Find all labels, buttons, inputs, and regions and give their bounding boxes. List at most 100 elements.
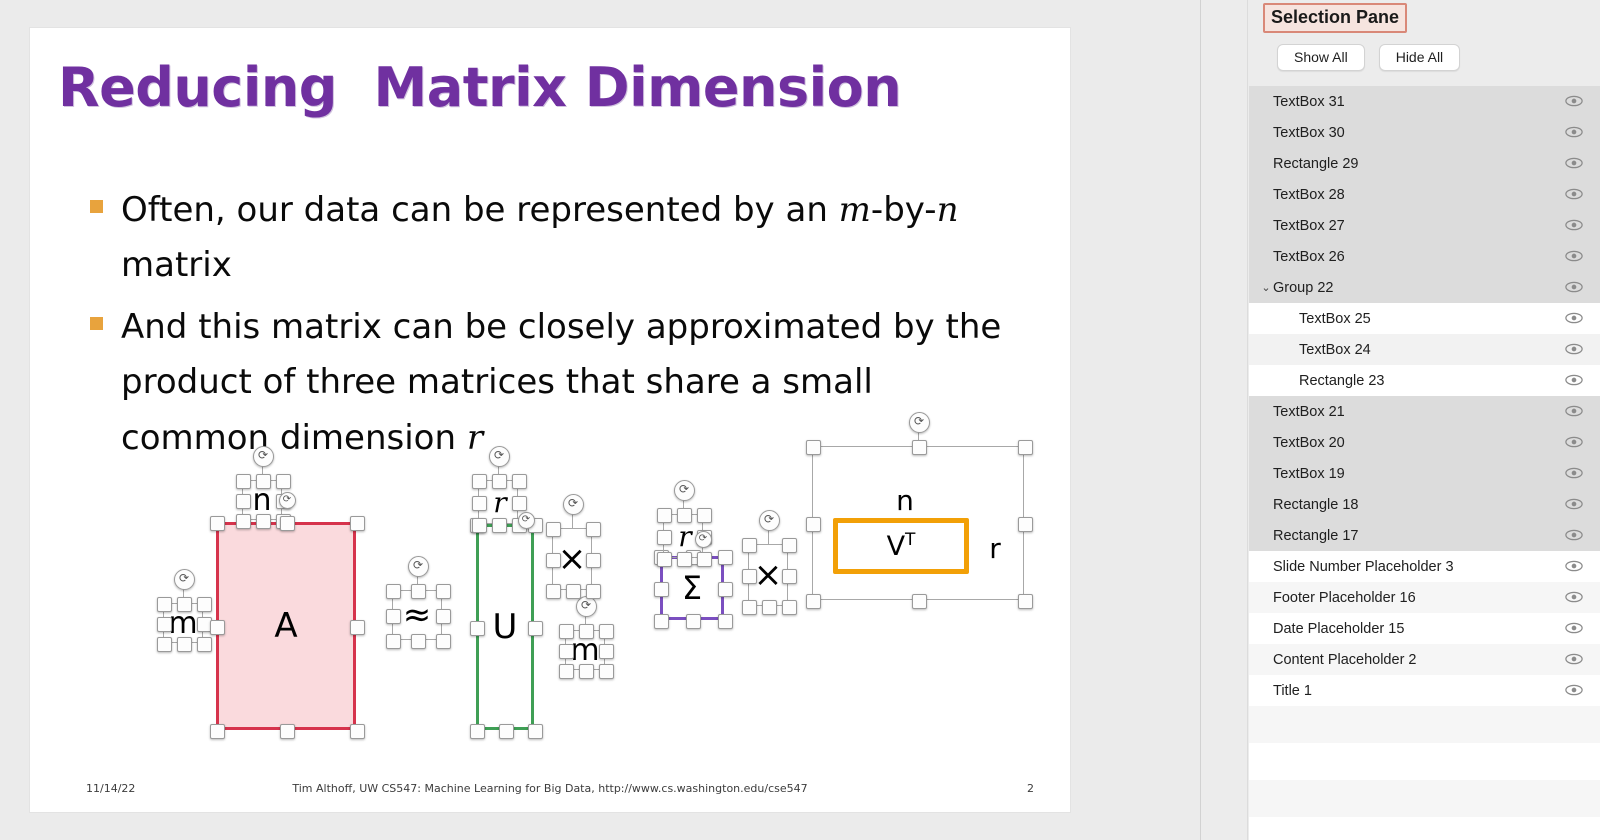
resize-handle[interactable]: [653, 613, 669, 629]
resize-handle[interactable]: [275, 473, 291, 489]
rotate-handle[interactable]: ⟳: [575, 595, 597, 617]
eye-icon[interactable]: [1565, 404, 1583, 418]
resize-handle[interactable]: [469, 723, 485, 739]
list-item[interactable]: TextBox 26: [1249, 241, 1600, 272]
resize-handle[interactable]: [471, 473, 487, 489]
resize-handle[interactable]: [1017, 439, 1033, 455]
resize-handle[interactable]: [717, 549, 733, 565]
resize-handle[interactable]: [385, 583, 401, 599]
resize-handle[interactable]: [471, 495, 487, 511]
resize-handle[interactable]: [781, 537, 797, 553]
slide[interactable]: Reducing Matrix Dimension Often, our dat…: [30, 28, 1070, 812]
resize-handle[interactable]: [558, 623, 574, 639]
list-item[interactable]: Content Placeholder 2: [1249, 644, 1600, 675]
eye-icon[interactable]: [1565, 342, 1583, 356]
resize-handle[interactable]: [469, 620, 485, 636]
resize-handle[interactable]: [761, 599, 777, 615]
rotate-handle[interactable]: ⟳: [758, 509, 780, 531]
resize-handle[interactable]: [585, 583, 601, 599]
footer-slide-number[interactable]: 2: [1027, 782, 1034, 795]
list-item[interactable]: Title 1: [1249, 675, 1600, 706]
resize-handle[interactable]: [176, 636, 192, 652]
rotate-handle[interactable]: ⟳: [562, 493, 584, 515]
rotate-handle[interactable]: ⟳: [278, 491, 296, 509]
resize-handle[interactable]: [598, 643, 614, 659]
resize-handle[interactable]: [491, 473, 507, 489]
eye-icon[interactable]: [1565, 94, 1583, 108]
eye-icon[interactable]: [1565, 373, 1583, 387]
resize-handle[interactable]: [805, 593, 821, 609]
eye-icon[interactable]: [1565, 218, 1583, 232]
rotate-handle[interactable]: ⟳: [673, 479, 695, 501]
resize-handle[interactable]: [176, 596, 192, 612]
eye-icon[interactable]: [1565, 156, 1583, 170]
rotate-handle[interactable]: ⟳: [173, 568, 195, 590]
resize-handle[interactable]: [653, 581, 669, 597]
resize-handle[interactable]: [255, 473, 271, 489]
resize-handle[interactable]: [511, 473, 527, 489]
resize-handle[interactable]: [410, 633, 426, 649]
resize-handle[interactable]: [545, 552, 561, 568]
rotate-handle[interactable]: ⟳: [407, 555, 429, 577]
resize-handle[interactable]: [349, 723, 365, 739]
eye-icon[interactable]: [1565, 249, 1583, 263]
resize-handle[interactable]: [676, 507, 692, 523]
resize-handle[interactable]: [656, 507, 672, 523]
eye-icon[interactable]: [1565, 683, 1583, 697]
resize-handle[interactable]: [741, 537, 757, 553]
rotate-handle[interactable]: ⟳: [908, 411, 930, 433]
eye-icon[interactable]: [1565, 311, 1583, 325]
list-item[interactable]: Slide Number Placeholder 3: [1249, 551, 1600, 582]
list-item[interactable]: TextBox 24: [1249, 334, 1600, 365]
eye-icon[interactable]: [1565, 435, 1583, 449]
resize-handle[interactable]: [410, 583, 426, 599]
resize-handle[interactable]: [156, 596, 172, 612]
resize-handle[interactable]: [498, 723, 514, 739]
resize-handle[interactable]: [781, 599, 797, 615]
resize-handle[interactable]: [435, 608, 451, 624]
resize-handle[interactable]: [349, 619, 365, 635]
eye-icon[interactable]: [1565, 280, 1583, 294]
resize-handle[interactable]: [385, 633, 401, 649]
resize-handle[interactable]: [209, 515, 225, 531]
resize-handle[interactable]: [781, 568, 797, 584]
resize-handle[interactable]: [558, 663, 574, 679]
list-item[interactable]: Rectangle 17: [1249, 520, 1600, 551]
list-item[interactable]: TextBox 28: [1249, 179, 1600, 210]
resize-handle[interactable]: [435, 633, 451, 649]
resize-handle[interactable]: [209, 723, 225, 739]
list-item[interactable]: TextBox 20: [1249, 427, 1600, 458]
eye-icon[interactable]: [1565, 559, 1583, 573]
resize-handle[interactable]: [578, 663, 594, 679]
resize-handle[interactable]: [1017, 516, 1033, 532]
resize-handle[interactable]: [585, 521, 601, 537]
rotate-handle[interactable]: ⟳: [488, 445, 510, 467]
resize-handle[interactable]: [696, 551, 712, 567]
resize-handle[interactable]: [156, 636, 172, 652]
resize-handle[interactable]: [1017, 593, 1033, 609]
list-item[interactable]: TextBox 25: [1249, 303, 1600, 334]
resize-handle[interactable]: [235, 473, 251, 489]
resize-handle[interactable]: [491, 517, 507, 533]
resize-handle[interactable]: [685, 613, 701, 629]
resize-handle[interactable]: [598, 663, 614, 679]
list-item[interactable]: TextBox 27: [1249, 210, 1600, 241]
resize-handle[interactable]: [545, 583, 561, 599]
resize-handle[interactable]: [696, 507, 712, 523]
resize-handle[interactable]: [717, 613, 733, 629]
list-item[interactable]: Rectangle 18: [1249, 489, 1600, 520]
list-item[interactable]: ⌄ Group 22: [1249, 272, 1600, 303]
resize-handle[interactable]: [471, 517, 487, 533]
resize-handle[interactable]: [279, 515, 295, 531]
resize-handle[interactable]: [209, 619, 225, 635]
resize-handle[interactable]: [196, 596, 212, 612]
resize-handle[interactable]: [279, 723, 295, 739]
hide-all-button[interactable]: Hide All: [1378, 44, 1461, 71]
eye-icon[interactable]: [1565, 528, 1583, 542]
list-item[interactable]: Rectangle 23: [1249, 365, 1600, 396]
matrix-vt-dim-top-label[interactable]: n: [885, 483, 925, 517]
eye-icon[interactable]: [1565, 125, 1583, 139]
resize-handle[interactable]: [235, 493, 251, 509]
eye-icon[interactable]: [1565, 497, 1583, 511]
resize-handle[interactable]: [598, 623, 614, 639]
